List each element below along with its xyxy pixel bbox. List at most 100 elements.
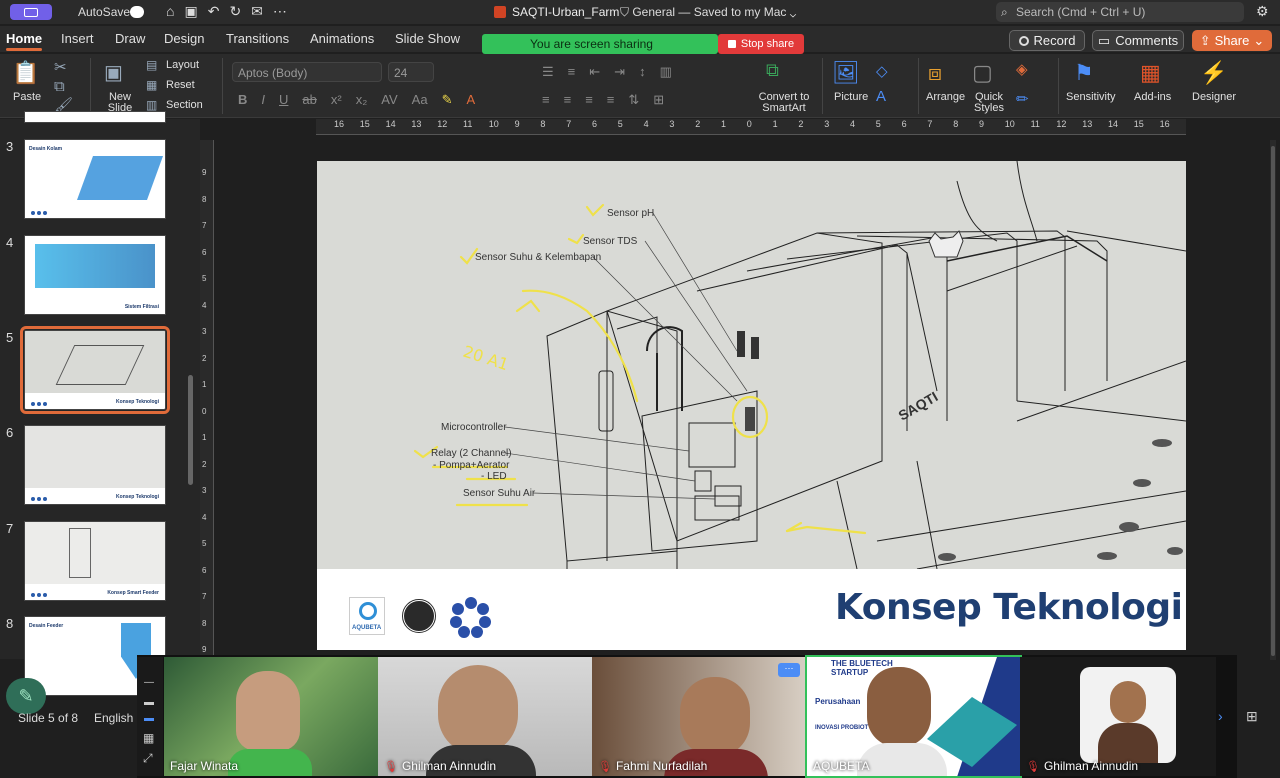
reset-button[interactable]: Reset	[166, 80, 195, 91]
slide-thumbnail[interactable]: Sistem Filtrasi	[24, 235, 166, 315]
comments-button[interactable]: ▭ Comments	[1092, 30, 1184, 51]
tab-home[interactable]: Home	[6, 31, 43, 51]
document-status[interactable]: ⛉ General — Saved to my Mac ⌄	[620, 5, 796, 20]
next-participants-icon[interactable]: ›	[1218, 708, 1223, 724]
align-text-icon[interactable]: ⊞	[653, 92, 664, 108]
superscript-icon[interactable]: x²	[331, 92, 342, 108]
copy-icon[interactable]: ⧉	[54, 78, 65, 95]
share-button[interactable]: ⇪ Share ⌄	[1192, 30, 1272, 51]
slide-thumbnail[interactable]: Konsep Teknologi	[24, 425, 166, 505]
profile-icon[interactable]: ⚙	[1256, 3, 1269, 20]
italic-icon[interactable]: I	[261, 92, 265, 108]
tab-design[interactable]: Design	[164, 31, 204, 46]
section-icon[interactable]: ▥	[146, 98, 157, 112]
save-icon[interactable]: ▣	[184, 3, 197, 20]
search-input[interactable]: ⌕ Search (Cmd + Ctrl + U)	[996, 2, 1244, 22]
tab-slide-show[interactable]: Slide Show	[395, 31, 460, 46]
change-case-icon[interactable]: Aa	[412, 92, 428, 108]
reset-icon[interactable]: ▦	[146, 78, 157, 92]
tab-transitions[interactable]: Transitions	[226, 31, 289, 46]
expand-icon[interactable]: ⤢	[143, 751, 153, 766]
smartart-icon[interactable]: ⧉	[766, 60, 779, 81]
sensitivity-button[interactable]: Sensitivity	[1066, 92, 1116, 103]
participant-tile[interactable]: 🎙 Ghilman Ainnudin	[1020, 657, 1216, 776]
paste-icon[interactable]: 📋	[12, 60, 39, 86]
sidebar-toggle-button[interactable]	[10, 4, 52, 20]
section-button[interactable]: Section	[166, 100, 203, 111]
shape-outline-icon[interactable]: ✏	[1016, 90, 1029, 108]
align-left-icon[interactable]: ≡	[542, 92, 550, 108]
mail-icon[interactable]: ✉	[251, 3, 263, 20]
addins-button[interactable]: Add-ins	[1134, 92, 1171, 103]
font-size-select[interactable]: 24	[388, 62, 434, 82]
designer-button[interactable]: Designer	[1192, 92, 1236, 103]
shape-fill-icon[interactable]: ◈	[1016, 60, 1028, 78]
grid-layout-icon[interactable]: ▦	[143, 731, 154, 745]
record-button[interactable]: Record	[1009, 30, 1085, 51]
convert-smartart-button[interactable]: Convert to SmartArt	[752, 92, 816, 114]
font-color-icon[interactable]: A	[466, 92, 475, 108]
layout-icon[interactable]: ▤	[146, 58, 157, 72]
paste-label[interactable]: Paste	[13, 92, 41, 103]
layout-button[interactable]: Layout	[166, 60, 199, 71]
numbering-icon[interactable]: ≡	[568, 64, 576, 80]
slide-thumbnail[interactable]: Desain Kolam	[24, 139, 166, 219]
picture-button[interactable]: Picture	[834, 92, 868, 103]
slide-thumbnail[interactable]: Konsep Smart Feeder	[24, 521, 166, 601]
picture-icon[interactable]: 🖼	[832, 60, 860, 86]
canvas-scrollbar[interactable]	[1270, 140, 1276, 660]
autosave-toggle[interactable]	[130, 6, 144, 18]
cut-icon[interactable]: ✂	[54, 58, 67, 76]
layout-active-icon[interactable]: ▬	[144, 713, 154, 724]
more-icon[interactable]: ⋯	[273, 3, 287, 20]
columns-icon[interactable]: ▥	[660, 64, 672, 80]
tab-animations[interactable]: Animations	[310, 31, 374, 46]
quick-styles-button[interactable]: Quick Styles	[974, 92, 1004, 114]
current-slide[interactable]: SAQTI 20 A1 Sensor pH Sensor TDS Sensor …	[317, 161, 1186, 650]
redo-icon[interactable]: ↻	[229, 3, 241, 20]
align-center-icon[interactable]: ≡	[564, 92, 572, 108]
quick-styles-icon[interactable]: ▢	[972, 60, 993, 86]
designer-icon[interactable]: ⚡	[1200, 60, 1227, 86]
language-indicator[interactable]: English	[94, 711, 133, 725]
slide-thumbnail-selected[interactable]: Konsep Teknologi	[20, 326, 170, 414]
participant-tile[interactable]: Fajar Winata	[164, 657, 378, 776]
subscript-icon[interactable]: x₂	[356, 92, 368, 108]
arrange-button[interactable]: Arrange	[926, 92, 965, 103]
participant-tile-active-speaker[interactable]: THE BLUETECH STARTUP Perusahaan INOVASI …	[805, 655, 1022, 778]
tab-draw[interactable]: Draw	[115, 31, 145, 46]
text-direction-icon[interactable]: ⇅	[628, 92, 639, 108]
tab-insert[interactable]: Insert	[61, 31, 94, 46]
slide-thumbnail-partial[interactable]	[24, 111, 166, 123]
arrange-icon[interactable]: ⧈	[928, 60, 942, 86]
line-spacing-icon[interactable]: ↕	[639, 64, 646, 80]
gallery-view-icon[interactable]: ⊞	[1246, 708, 1258, 725]
minimize-icon[interactable]: —	[144, 677, 154, 688]
font-family-select[interactable]: Aptos (Body)	[232, 62, 382, 82]
participant-tile[interactable]: 🎙 Ghilman Ainnudin	[378, 657, 592, 776]
layout-strip-icon[interactable]: ▬	[144, 697, 154, 708]
char-spacing-icon[interactable]: AV	[381, 92, 397, 108]
thumbnails-scrollbar[interactable]	[188, 375, 193, 485]
undo-icon[interactable]: ↶	[208, 3, 220, 20]
strikethrough-icon[interactable]: ab	[302, 92, 316, 108]
annotate-pen-button[interactable]: ✎	[6, 678, 46, 714]
decrease-indent-icon[interactable]: ⇤	[589, 64, 600, 80]
home-icon[interactable]: ⌂	[166, 3, 174, 20]
justify-icon[interactable]: ≡	[607, 92, 615, 108]
highlight-icon[interactable]: ✎	[442, 92, 453, 108]
textbox-icon[interactable]: A	[876, 88, 886, 105]
bold-icon[interactable]: B	[238, 92, 247, 108]
sensitivity-icon[interactable]: ⚑	[1074, 60, 1094, 86]
align-right-icon[interactable]: ≡	[585, 92, 593, 108]
increase-indent-icon[interactable]: ⇥	[614, 64, 625, 80]
shapes-icon[interactable]: ◇	[876, 62, 888, 80]
participant-tile[interactable]: ⋯ 🎙 Fahmi Nurfadilah	[592, 657, 806, 776]
addins-icon[interactable]: ▦	[1140, 60, 1161, 86]
stop-share-button[interactable]: Stop share	[718, 34, 804, 54]
new-slide-icon[interactable]: ▣	[104, 60, 123, 85]
more-options-icon[interactable]: ⋯	[778, 663, 800, 677]
bullets-icon[interactable]: ☰	[542, 64, 554, 80]
banner-text: STARTUP	[831, 668, 869, 677]
underline-icon[interactable]: U	[279, 92, 288, 108]
